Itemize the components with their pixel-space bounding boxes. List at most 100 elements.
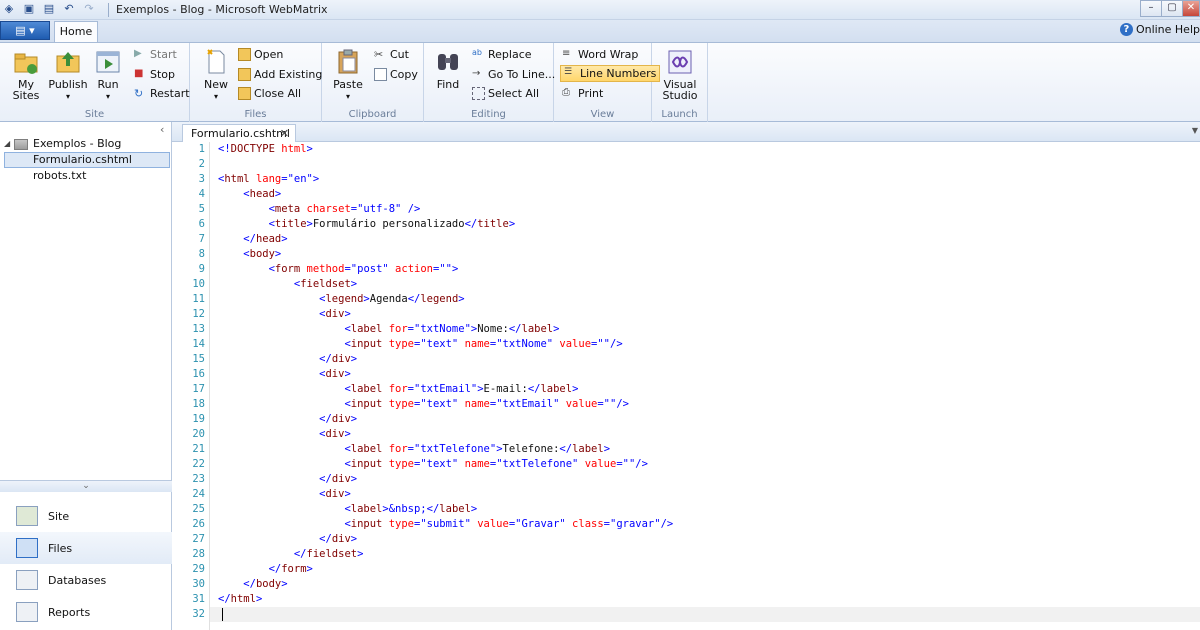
- undo-icon[interactable]: ↶: [62, 2, 76, 16]
- code-line[interactable]: [218, 157, 1198, 172]
- tab-home[interactable]: Home: [54, 21, 98, 43]
- tree-file-robots[interactable]: robots.txt: [4, 168, 170, 184]
- code-line[interactable]: <input type="text" name="txtEmail" value…: [218, 397, 1198, 412]
- code-token: title: [274, 218, 307, 230]
- code-token: </: [426, 503, 440, 515]
- code-text[interactable]: <!DOCTYPE html> <html lang="en"> <head> …: [218, 142, 1198, 622]
- restart-button[interactable]: ↻ Restart: [134, 87, 190, 100]
- print-button[interactable]: ⎙ Print: [562, 87, 603, 100]
- code-line[interactable]: </div>: [218, 412, 1198, 427]
- text-cursor: [222, 608, 223, 621]
- code-line[interactable]: <input type="text" name="txtTelefone" va…: [218, 457, 1198, 472]
- find-button[interactable]: Find: [426, 48, 470, 90]
- replace-button[interactable]: ab Replace: [472, 48, 532, 61]
- code-editor[interactable]: 1 2 3 4 5 6 7 8 9 10 11 12 13 14 15 16 17 18 19 20 21 22 23 24 2…: [172, 142, 1200, 630]
- tab-list-dropdown-icon[interactable]: ▼: [1192, 126, 1198, 135]
- tab-formulario[interactable]: Formulario.cshtml ✕: [182, 124, 296, 143]
- code-line[interactable]: <!DOCTYPE html>: [218, 142, 1198, 157]
- save-all-icon[interactable]: ▤: [42, 2, 56, 16]
- run-button[interactable]: Run ▾: [86, 48, 130, 102]
- stop-button[interactable]: ■ Stop: [134, 68, 175, 81]
- code-line[interactable]: </html>: [218, 592, 1198, 607]
- line-number: 2: [198, 158, 205, 170]
- my-sites-button[interactable]: My Sites: [4, 48, 48, 101]
- code-line[interactable]: <div>: [218, 487, 1198, 502]
- code-line[interactable]: </head>: [218, 232, 1198, 247]
- code-line[interactable]: <div>: [218, 367, 1198, 382]
- new-button[interactable]: New ▾: [194, 48, 238, 102]
- code-token: />: [610, 338, 623, 350]
- start-button[interactable]: ▶ Start: [134, 48, 177, 61]
- file-tree: ◢ Exemplos - Blog Formulario.cshtml robo…: [4, 136, 170, 184]
- code-line[interactable]: <legend>Agenda</legend>: [218, 292, 1198, 307]
- maximize-button[interactable]: ▢: [1161, 0, 1183, 17]
- ribbon-tab-row: ▤ ▾ Home ? Online Help: [0, 20, 1200, 43]
- workspace-site[interactable]: Site: [0, 500, 172, 532]
- code-line[interactable]: <label for="txtNome">Nome:</label>: [218, 322, 1198, 337]
- application-menu-button[interactable]: ▤ ▾: [0, 21, 50, 40]
- workspace-splitter[interactable]: ⌄: [0, 480, 172, 492]
- code-line[interactable]: </div>: [218, 352, 1198, 367]
- code-token: div: [325, 308, 345, 320]
- line-numbers-toggle[interactable]: ☰ Line Numbers: [560, 65, 661, 82]
- restart-icon: ↻: [134, 87, 144, 100]
- minimize-button[interactable]: –: [1140, 0, 1162, 17]
- paste-button[interactable]: Paste ▾: [326, 48, 370, 102]
- code-line[interactable]: <form method="post" action="">: [218, 262, 1198, 277]
- code-token: div: [331, 533, 351, 545]
- workspace-reports[interactable]: Reports: [0, 596, 172, 628]
- code-line[interactable]: <label>&nbsp;</label>: [218, 502, 1198, 517]
- code-token: type: [382, 518, 414, 530]
- line-number: 12: [192, 308, 205, 320]
- workspace-files[interactable]: Files: [0, 532, 172, 564]
- copy-button[interactable]: Copy: [374, 68, 418, 81]
- code-line[interactable]: <head>: [218, 187, 1198, 202]
- code-line[interactable]: [218, 607, 1198, 622]
- online-help-link[interactable]: ? Online Help: [1119, 23, 1200, 36]
- publish-button[interactable]: Publish ▾: [46, 48, 90, 102]
- go-to-line-button[interactable]: → Go To Line...: [472, 68, 555, 81]
- ribbon-group-clipboard: Paste ▾ ✂ Cut Copy Clipboard: [322, 43, 424, 122]
- code-line[interactable]: <input type="submit" value="Gravar" clas…: [218, 517, 1198, 532]
- code-line[interactable]: <html lang="en">: [218, 172, 1198, 187]
- open-button[interactable]: Open: [238, 48, 283, 61]
- add-existing-button[interactable]: Add Existing: [238, 68, 322, 81]
- code-line[interactable]: </div>: [218, 532, 1198, 547]
- code-line[interactable]: <title>Formulário personalizado</title>: [218, 217, 1198, 232]
- code-token: >: [603, 443, 611, 455]
- code-token: </: [243, 233, 256, 245]
- workspace-databases[interactable]: Databases: [0, 564, 172, 596]
- code-line[interactable]: <label for="txtEmail">E-mail:</label>: [218, 382, 1198, 397]
- tree-root[interactable]: ◢ Exemplos - Blog: [4, 136, 170, 152]
- code-line[interactable]: </form>: [218, 562, 1198, 577]
- run-label: Run: [97, 78, 119, 91]
- redo-icon[interactable]: ↷: [82, 2, 96, 16]
- visual-studio-button[interactable]: Visual Studio: [658, 48, 702, 101]
- cut-button[interactable]: ✂ Cut: [374, 48, 409, 61]
- code-line[interactable]: <div>: [218, 307, 1198, 322]
- tree-file-formulario[interactable]: Formulario.cshtml: [4, 152, 170, 168]
- save-icon[interactable]: ▣: [22, 2, 36, 16]
- code-line[interactable]: <label for="txtTelefone">Telefone:</labe…: [218, 442, 1198, 457]
- close-tab-icon[interactable]: ✕: [280, 125, 289, 142]
- code-line[interactable]: <body>: [218, 247, 1198, 262]
- code-line[interactable]: </div>: [218, 472, 1198, 487]
- close-all-button[interactable]: Close All: [238, 87, 301, 100]
- word-wrap-button[interactable]: ≡ Word Wrap: [562, 48, 638, 61]
- close-button[interactable]: ✕: [1182, 0, 1200, 17]
- code-line[interactable]: </body>: [218, 577, 1198, 592]
- code-token: </: [319, 473, 332, 485]
- code-line[interactable]: <fieldset>: [218, 277, 1198, 292]
- line-number: 29: [192, 563, 205, 575]
- select-all-button[interactable]: Select All: [472, 87, 539, 100]
- collapse-panel-icon[interactable]: ‹: [160, 123, 164, 136]
- expand-arrow-icon[interactable]: ◢: [4, 136, 14, 152]
- code-line[interactable]: <div>: [218, 427, 1198, 442]
- line-number: 7: [198, 233, 205, 245]
- code-line[interactable]: </fieldset>: [218, 547, 1198, 562]
- code-line[interactable]: <input type="text" name="txtNome" value=…: [218, 337, 1198, 352]
- code-token: label: [350, 443, 383, 455]
- code-line[interactable]: <meta charset="utf-8" />: [218, 202, 1198, 217]
